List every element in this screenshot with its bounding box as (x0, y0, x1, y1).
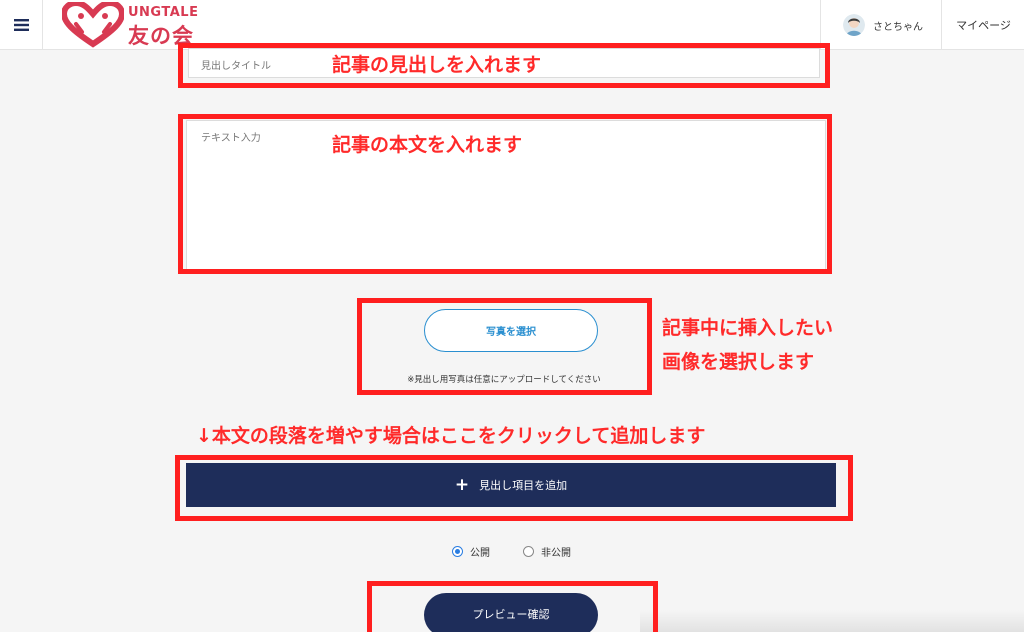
annotation-photo-note-line1: 記事中に挿入したい (662, 317, 834, 339)
radio-icon (523, 546, 534, 557)
site-logo[interactable]: UNGTALE 友の会 (62, 2, 212, 48)
radio-private[interactable]: 非公開 (523, 544, 571, 559)
radio-icon (452, 546, 463, 557)
top-header: UNGTALE 友の会 さとちゃん マイページ (0, 0, 1024, 50)
bottom-shadow (640, 610, 1024, 632)
hamburger-menu-icon (13, 19, 29, 31)
radio-private-label: 非公開 (541, 548, 571, 559)
mypage-link[interactable]: マイページ (943, 0, 1024, 50)
radio-public[interactable]: 公開 (452, 544, 490, 559)
avatar-icon (843, 14, 865, 36)
user-menu[interactable]: さとちゃん (820, 0, 942, 50)
photo-upload-note: ※見出し用写真は任意にアップロードしてください (407, 375, 601, 385)
annotation-add-note: ↓本文の段落を増やす場合はここをクリックして追加します (196, 425, 706, 447)
preview-button[interactable]: プレビュー確認 (424, 593, 598, 632)
logo-text: 友の会 (128, 24, 194, 48)
hamburger-menu-button[interactable] (0, 0, 43, 50)
select-photo-button[interactable]: 写真を選択 (424, 309, 598, 352)
heading-title-placeholder: 見出しタイトル (201, 61, 271, 72)
add-heading-item-label: 見出し項目を追加 (479, 479, 568, 492)
logo-subtext: UNGTALE (128, 5, 199, 20)
annotation-title-note: 記事の見出しを入れます (332, 54, 542, 76)
logo-heart-icon (62, 2, 124, 48)
plus-icon: + (454, 474, 470, 495)
add-heading-item-button[interactable]: + 見出し項目を追加 (186, 463, 836, 507)
user-name: さとちゃん (873, 21, 923, 33)
annotation-photo-note-line2: 画像を選択します (662, 351, 815, 373)
annotation-body-note: 記事の本文を入れます (332, 134, 523, 156)
body-text-placeholder: テキスト入力 (201, 133, 261, 144)
radio-public-label: 公開 (470, 548, 490, 559)
